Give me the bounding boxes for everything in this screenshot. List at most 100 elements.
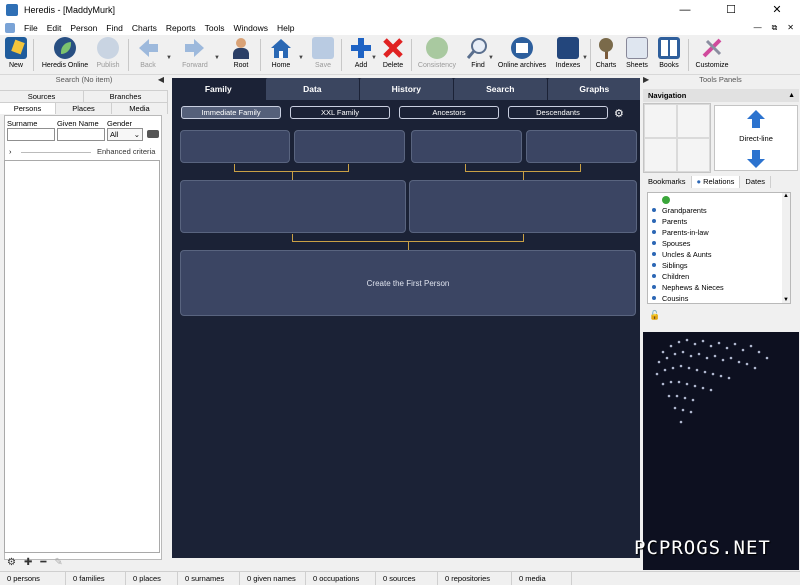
surname-input[interactable] (7, 128, 55, 141)
view-settings-gear-icon[interactable]: ⚙ (614, 107, 624, 120)
tab-history[interactable]: History (360, 78, 453, 100)
subtab-xxl-family[interactable]: XXL Family (290, 106, 390, 119)
nav-cell[interactable] (644, 104, 677, 138)
minimize-button[interactable]: — (662, 0, 708, 20)
document-icon[interactable] (5, 22, 15, 33)
floppy-disk-icon (312, 37, 334, 59)
tab-sources[interactable]: Sources (0, 90, 84, 102)
tools-panel: ▶ Tools Panels Navigation ▲ Direct-line … (641, 75, 800, 570)
menu-help[interactable]: Help (277, 23, 294, 33)
mdi-minimize-button[interactable]: — (754, 20, 762, 35)
menu-reports[interactable]: Reports (166, 23, 196, 33)
subtab-descendants[interactable]: Descendants (508, 106, 608, 119)
forward-button[interactable]: Forward (178, 37, 212, 75)
close-button[interactable]: ✕ (754, 0, 800, 20)
create-first-person-box[interactable]: Create the First Person (180, 250, 636, 316)
tab-places[interactable]: Places (56, 102, 112, 114)
scroll-down-icon[interactable]: ▼ (782, 297, 790, 303)
mdi-restore-button[interactable]: ⧉ (772, 20, 778, 35)
back-dropdown-icon[interactable]: ▼ (166, 55, 172, 61)
publish-button[interactable]: Publish (94, 37, 122, 75)
tab-family[interactable]: Family (172, 78, 265, 100)
mother-box[interactable] (409, 180, 637, 233)
enhanced-criteria-toggle[interactable]: › Enhanced criteria (9, 147, 159, 157)
menu-charts[interactable]: Charts (132, 23, 157, 33)
tab-dates[interactable]: Dates (740, 176, 772, 188)
delete-button[interactable]: Delete (380, 37, 406, 75)
paternal-grandmother-box[interactable] (294, 130, 405, 163)
indexes-button[interactable]: Indexes (555, 37, 581, 75)
edit-pencil-icon[interactable]: ✎ (54, 557, 62, 568)
up-arrow-icon[interactable] (746, 109, 766, 129)
menu-find[interactable]: Find (106, 23, 123, 33)
find-button[interactable]: Find (466, 37, 490, 75)
menu-windows[interactable]: Windows (234, 23, 268, 33)
relation-item-children[interactable]: Children (651, 272, 689, 281)
tab-data[interactable]: Data (266, 78, 359, 100)
tab-branches[interactable]: Branches (84, 90, 168, 102)
relation-item-cousins[interactable]: Cousins (651, 294, 688, 303)
relation-item-spouses[interactable]: Spouses (651, 239, 690, 248)
tab-persons[interactable]: Persons (0, 102, 56, 114)
persons-results-list[interactable] (4, 160, 160, 553)
home-dropdown-icon[interactable]: ▼ (298, 55, 304, 61)
tab-relations[interactable]: ● Relations (691, 176, 741, 188)
maternal-grandmother-box[interactable] (526, 130, 637, 163)
online-archives-button[interactable]: Online archives (496, 37, 548, 75)
relations-scrollbar[interactable]: ▲ ▼ (782, 193, 790, 303)
expand-right-icon[interactable]: ▶ (643, 75, 649, 84)
relation-item-nephews-nieces[interactable]: Nephews & Nieces (652, 283, 724, 292)
gender-select[interactable]: All ⌄ (107, 128, 143, 141)
new-button[interactable]: New (4, 37, 28, 75)
navigation-header[interactable]: Navigation ▲ (643, 89, 799, 102)
collapse-left-icon[interactable]: ◀ (158, 75, 164, 84)
remove-item-icon[interactable]: ━ (40, 557, 46, 568)
settings-gear-icon[interactable]: ⚙ (7, 557, 16, 568)
relation-item-uncles-aunts[interactable]: Uncles & Aunts (651, 250, 711, 259)
consistency-check-icon (426, 37, 448, 59)
given-name-input[interactable] (57, 128, 105, 141)
lock-icon[interactable]: 🔓 (649, 310, 660, 321)
charts-button[interactable]: Charts (594, 37, 618, 75)
maternal-grandfather-box[interactable] (411, 130, 522, 163)
menu-tools[interactable]: Tools (205, 23, 225, 33)
father-box[interactable] (180, 180, 406, 233)
menu-edit[interactable]: Edit (47, 23, 62, 33)
add-item-icon[interactable]: ✚ (24, 557, 32, 568)
paternal-grandfather-box[interactable] (180, 130, 290, 163)
relation-item-parents-in-law[interactable]: Parents-in-law (652, 228, 709, 237)
relation-item-grandparents[interactable]: Grandparents (652, 206, 707, 215)
root-button[interactable]: Root (228, 37, 254, 75)
status-given-names: 0 given names (240, 572, 306, 585)
menu-person[interactable]: Person (70, 23, 97, 33)
mdi-close-button[interactable]: ✕ (787, 20, 794, 35)
add-dropdown-icon[interactable]: ▼ (371, 55, 377, 61)
relation-item-parents[interactable]: Parents (651, 217, 687, 226)
clear-search-icon[interactable] (147, 130, 159, 138)
nav-cell[interactable] (677, 138, 710, 172)
sheets-button[interactable]: Sheets (624, 37, 650, 75)
find-dropdown-icon[interactable]: ▼ (488, 55, 494, 61)
tab-bookmarks[interactable]: Bookmarks (643, 176, 692, 188)
back-button[interactable]: Back (134, 37, 162, 75)
tab-graphs[interactable]: Graphs (548, 78, 640, 100)
relation-item-siblings[interactable]: Siblings (652, 261, 688, 270)
books-button[interactable]: Books (655, 37, 683, 75)
heredis-online-button[interactable]: Heredis Online (40, 37, 90, 75)
tab-search[interactable]: Search (454, 78, 547, 100)
maximize-button[interactable]: ☐ (708, 0, 754, 20)
nav-cell[interactable] (677, 104, 710, 138)
save-button[interactable]: Save (311, 37, 335, 75)
down-arrow-icon[interactable] (746, 149, 766, 169)
consistency-button[interactable]: Consistency (416, 37, 458, 75)
tab-media[interactable]: Media (112, 102, 168, 114)
menu-file[interactable]: File (24, 23, 38, 33)
scroll-up-icon[interactable]: ▲ (782, 193, 790, 199)
indexes-dropdown-icon[interactable]: ▼ (582, 55, 588, 61)
forward-dropdown-icon[interactable]: ▼ (214, 55, 220, 61)
nav-cell[interactable] (644, 138, 677, 172)
customize-button[interactable]: Customize (694, 37, 730, 75)
home-button[interactable]: Home (268, 37, 294, 75)
subtab-ancestors[interactable]: Ancestors (399, 106, 499, 119)
subtab-immediate-family[interactable]: Immediate Family (181, 106, 281, 119)
